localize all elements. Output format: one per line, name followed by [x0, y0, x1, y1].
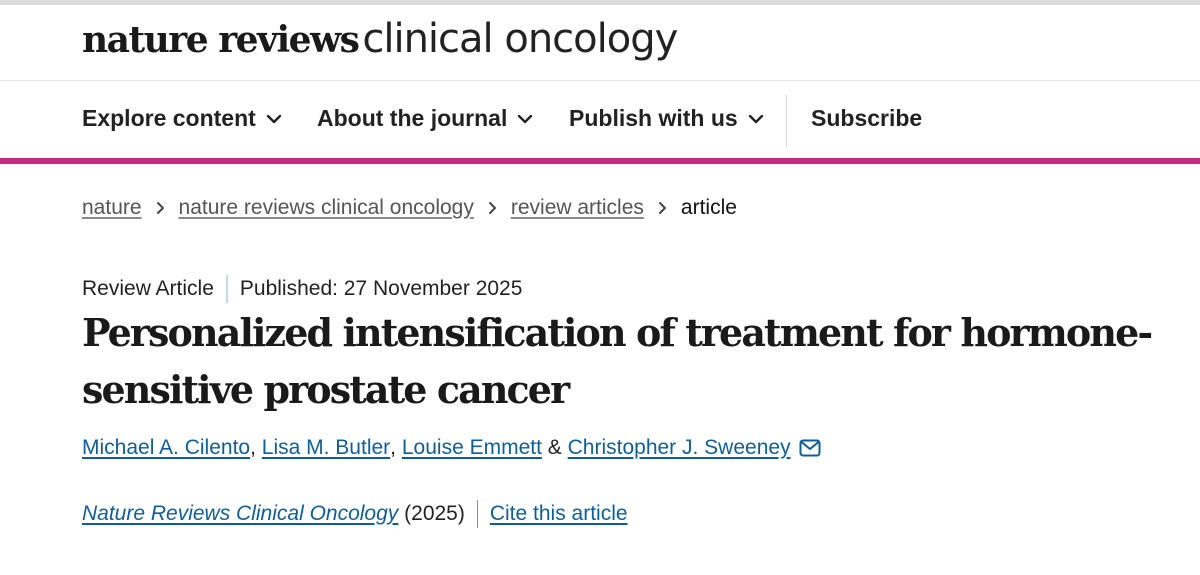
nav-label: Explore content	[82, 105, 256, 131]
cite-this-article-link[interactable]: Cite this article	[490, 502, 628, 526]
publication-year: (2025)	[404, 502, 465, 525]
author-link[interactable]: Michael A. Cilento	[82, 436, 250, 460]
author-separator: ,	[250, 436, 256, 459]
chevron-down-icon	[266, 114, 282, 124]
nav-label: About the journal	[317, 105, 508, 131]
author-separator: ,	[390, 436, 397, 459]
breadcrumb: nature nature reviews clinical oncology …	[82, 196, 737, 220]
published-date: Published: 27 November 2025	[239, 277, 523, 300]
top-strip	[0, 0, 1200, 5]
mail-icon[interactable]	[799, 439, 821, 457]
author-link[interactable]: Louise Emmett	[402, 436, 542, 460]
breadcrumb-link-nature[interactable]: nature	[82, 196, 142, 220]
nav-publish-with-us[interactable]: Publish with us	[569, 105, 764, 132]
chevron-down-icon	[517, 114, 533, 124]
meta-divider	[225, 275, 228, 303]
chevron-right-icon	[156, 201, 165, 215]
main-navigation: Explore content About the journal Publis…	[0, 81, 1200, 158]
author-link[interactable]: Lisa M. Butler	[262, 436, 390, 460]
nav-about-journal[interactable]: About the journal	[317, 105, 533, 132]
article-title-line-2: sensitive prostate cancer	[82, 367, 570, 412]
site-logo[interactable]: nature reviews clinical oncology	[82, 16, 678, 62]
nav-subscribe[interactable]: Subscribe	[811, 105, 922, 132]
breadcrumb-link-journal[interactable]: nature reviews clinical oncology	[179, 196, 474, 220]
chevron-down-icon	[748, 114, 764, 124]
nav-label: Publish with us	[569, 105, 738, 131]
breadcrumb-link-review-articles[interactable]: review articles	[511, 196, 644, 220]
author-list: Michael A. Cilento, Lisa M. Butler, Loui…	[82, 436, 821, 460]
article-title-line-1: Personalized intensification of treatmen…	[82, 310, 1153, 355]
breadcrumb-current: article	[680, 196, 737, 219]
author-link[interactable]: Christopher J. Sweeney	[568, 436, 791, 460]
article-meta: Review Article Published: 27 November 20…	[82, 275, 522, 303]
logo-brand: nature reviews	[82, 19, 360, 61]
journal-link[interactable]: Nature Reviews Clinical Oncology	[82, 502, 398, 526]
chevron-right-icon	[658, 201, 667, 215]
logo-journal-name: clinical oncology	[362, 16, 678, 62]
nav-divider	[786, 95, 787, 147]
citation-divider	[476, 500, 478, 528]
citation-line: Nature Reviews Clinical Oncology (2025) …	[82, 500, 628, 528]
nav-label: Subscribe	[811, 105, 923, 131]
chevron-right-icon	[488, 201, 497, 215]
article-title: Personalized intensification of treatmen…	[82, 304, 1182, 418]
author-separator: &	[547, 436, 562, 459]
nav-explore-content[interactable]: Explore content	[82, 105, 282, 132]
accent-bar	[0, 158, 1200, 164]
article-type: Review Article	[82, 277, 214, 300]
